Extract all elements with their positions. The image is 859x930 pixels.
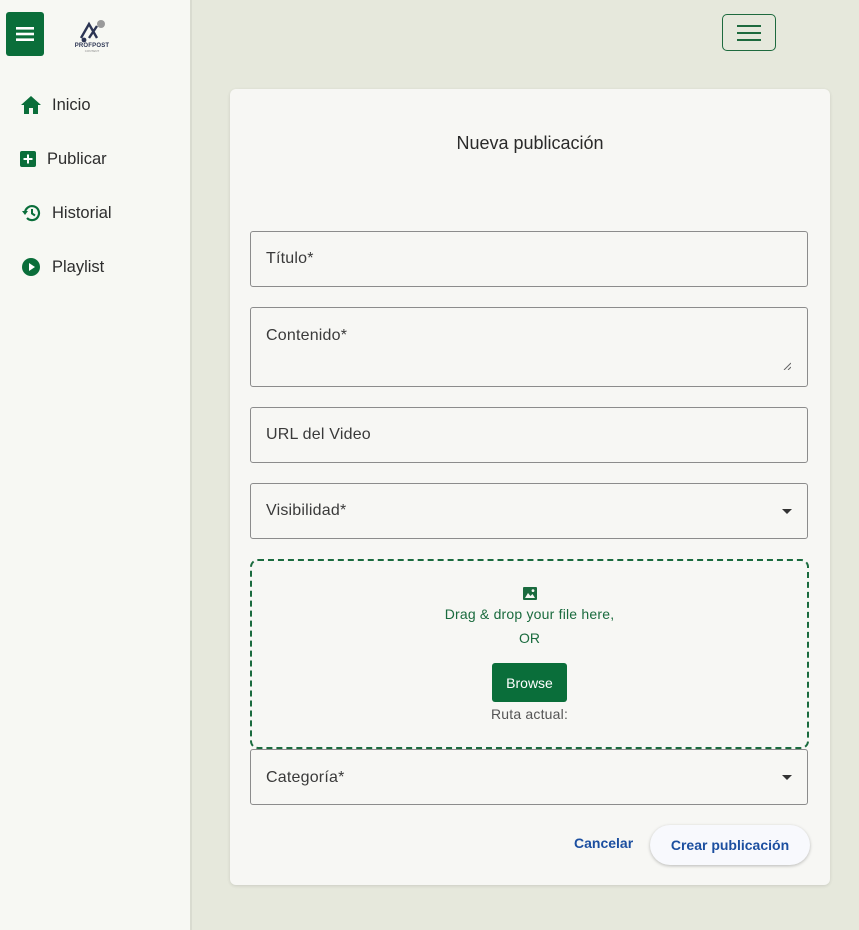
content-textarea-label: Contenido* xyxy=(266,327,348,344)
sidebar-item-historial[interactable]: Historial xyxy=(0,186,190,240)
chevron-down-icon xyxy=(782,509,792,514)
image-icon xyxy=(523,587,537,600)
add-box-icon xyxy=(20,148,36,170)
sidebar: PROFPOST CONTENT Inicio Publicar Histori… xyxy=(0,0,192,930)
title-input[interactable]: Título* xyxy=(250,231,808,287)
visibility-select[interactable]: Visibilidad* xyxy=(250,483,808,539)
navbar-toggle-button[interactable] xyxy=(722,14,776,51)
sidebar-item-label: Playlist xyxy=(52,257,105,276)
file-dropzone[interactable]: Drag & drop your file here, OR Browse Ru… xyxy=(250,559,809,749)
visibility-select-label: Visibilidad* xyxy=(266,502,347,519)
history-icon xyxy=(20,202,42,224)
sidebar-item-label: Historial xyxy=(52,203,112,222)
hamburger-icon xyxy=(737,24,761,41)
sidebar-item-inicio[interactable]: Inicio xyxy=(0,78,190,132)
video-url-input[interactable]: URL del Video xyxy=(250,407,808,463)
sidebar-item-publicar[interactable]: Publicar xyxy=(0,132,190,186)
content-textarea[interactable]: Contenido* xyxy=(250,307,808,387)
sidebar-item-label: Publicar xyxy=(47,149,107,168)
dropzone-text: Drag & drop your file here, xyxy=(444,606,615,622)
resize-handle-icon[interactable] xyxy=(783,362,791,370)
menu-toggle-button[interactable] xyxy=(6,12,44,56)
chevron-down-icon xyxy=(782,775,792,780)
current-path-label: Ruta actual: xyxy=(490,706,569,722)
new-post-card: Nueva publicación Título* Contenido* URL… xyxy=(230,89,830,885)
hamburger-icon xyxy=(16,27,34,41)
category-select-label: Categoría* xyxy=(266,769,345,786)
sidebar-item-playlist[interactable]: Playlist xyxy=(0,240,190,294)
category-select[interactable]: Categoría* xyxy=(250,749,808,805)
logo-mark-icon xyxy=(79,20,105,43)
dropzone-or: OR xyxy=(519,630,540,646)
title-input-label: Título* xyxy=(266,250,314,267)
play-circle-icon xyxy=(20,256,42,278)
cancel-button[interactable]: Cancelar xyxy=(574,835,633,851)
logo-subtext: CONTENT xyxy=(84,49,100,53)
video-url-input-label: URL del Video xyxy=(266,426,371,443)
sidebar-item-label: Inicio xyxy=(52,95,91,114)
browse-button[interactable]: Browse xyxy=(492,663,567,702)
logo: PROFPOST CONTENT xyxy=(70,18,114,60)
sidebar-nav: Inicio Publicar Historial Playlist xyxy=(0,78,190,294)
create-post-button[interactable]: Crear publicación xyxy=(650,825,810,865)
home-icon xyxy=(20,94,42,116)
page-title: Nueva publicación xyxy=(456,133,604,153)
